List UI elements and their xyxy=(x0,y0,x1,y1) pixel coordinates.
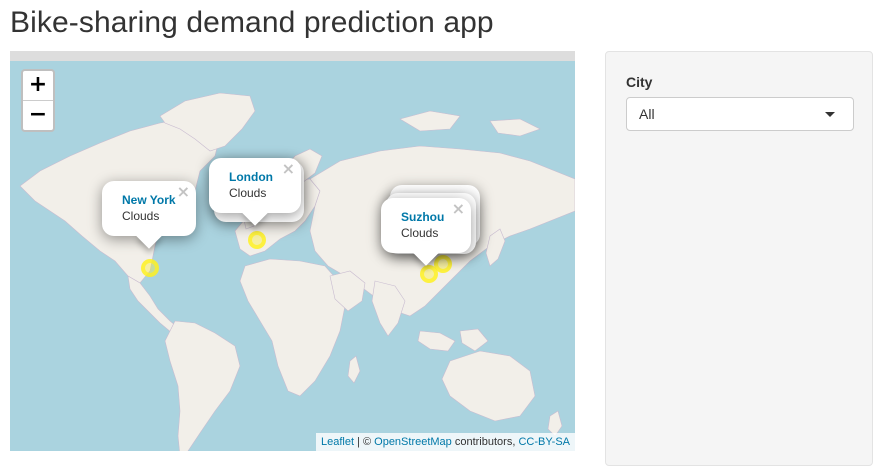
page-title: Bike-sharing demand prediction app xyxy=(10,6,494,39)
zoom-out-button[interactable]: − xyxy=(23,100,53,130)
zoom-control: + − xyxy=(21,69,55,132)
popup-weather: Clouds xyxy=(229,186,267,200)
city-select-value: All xyxy=(639,106,655,122)
popup-city-link[interactable]: London xyxy=(229,169,281,185)
attribution-contributors: contributors, xyxy=(451,436,519,448)
popup-tip-cover xyxy=(401,241,456,253)
popup-tip-cover xyxy=(229,201,284,213)
map-attribution: Leaflet | © OpenStreetMap contributors, … xyxy=(315,433,575,451)
city-marker-london[interactable] xyxy=(248,231,266,249)
attribution-separator: | © xyxy=(354,436,375,448)
city-marker-new-york[interactable] xyxy=(141,259,159,277)
popup-weather: Clouds xyxy=(122,209,160,223)
popup-tip-cover xyxy=(122,224,182,236)
popup-city-link[interactable]: New York xyxy=(122,192,176,208)
popup-close-icon[interactable]: × xyxy=(177,184,190,200)
city-select-label: City xyxy=(626,74,653,90)
sidebar-panel: City All xyxy=(605,51,873,466)
popup-new-york: × New York Clouds xyxy=(102,181,196,249)
popup-weather: Clouds xyxy=(401,226,439,240)
leaflet-link[interactable]: Leaflet xyxy=(321,436,354,448)
popup-suzhou: × Suzhou Clouds xyxy=(381,198,471,266)
popup-close-icon[interactable]: × xyxy=(282,161,295,177)
city-marker-seoul[interactable] xyxy=(434,255,452,273)
popup-city-link[interactable]: Suzhou xyxy=(401,209,451,225)
openstreetmap-link[interactable]: OpenStreetMap xyxy=(374,436,452,448)
popup-london: × London Clouds xyxy=(209,158,301,226)
world-basemap xyxy=(19,92,575,451)
city-select[interactable]: All xyxy=(626,97,854,131)
zoom-in-button[interactable]: + xyxy=(23,71,53,100)
leaflet-map[interactable]: + − × New York Clouds × London Clouds × … xyxy=(10,51,575,451)
caret-down-icon xyxy=(825,112,835,117)
license-link[interactable]: CC-BY-SA xyxy=(518,436,570,448)
popup-close-icon[interactable]: × xyxy=(452,201,465,217)
